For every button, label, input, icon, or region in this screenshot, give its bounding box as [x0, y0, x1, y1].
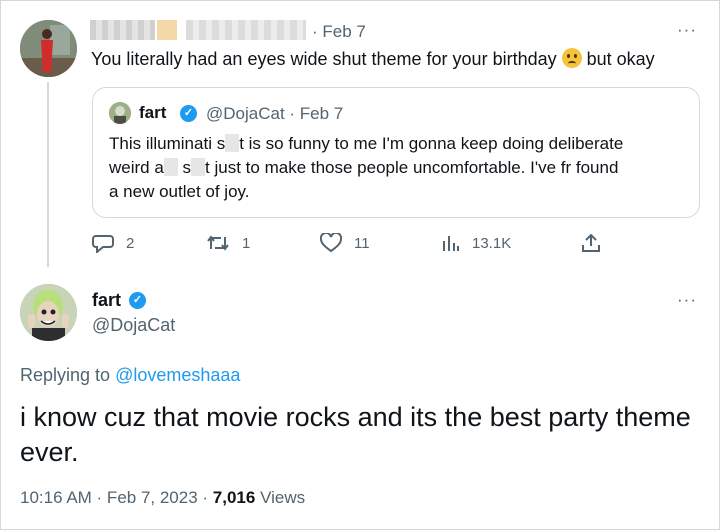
censor-block [225, 134, 240, 152]
quoted-author-name: fart [139, 103, 167, 122]
like-button[interactable]: 11 [320, 233, 370, 253]
quoted-tweet-card[interactable]: fart ✓ @DojaCat · Feb 7 This illuminati … [92, 87, 700, 218]
tweet-meta: 10:16 AM · Feb 7, 2023 · 7,016 Views [20, 488, 305, 508]
blurred-display-name [90, 20, 155, 40]
reply-author-avatar[interactable] [20, 20, 77, 77]
quoted-author-avatar [109, 102, 131, 124]
share-button[interactable] [581, 233, 613, 253]
reply-text-main: You literally had an eyes wide shut them… [91, 49, 557, 69]
replying-to-line: Replying to @lovemeshaaa [20, 365, 240, 386]
censor-block [191, 158, 206, 176]
share-icon [582, 233, 600, 252]
reply-text: You literally had an eyes wide shut them… [91, 48, 655, 70]
views-count: 13.1K [472, 234, 512, 252]
quoted-text-part: t just to make those people uncomfortabl… [205, 158, 619, 177]
reply-count: 2 [126, 234, 135, 252]
quoted-text-part: t is so funny to me I'm gonna keep doing… [239, 134, 624, 153]
verified-badge-icon: ✓ [129, 292, 146, 309]
views-button[interactable]: 13.1K [442, 233, 511, 253]
blurred-handle [186, 20, 306, 40]
replying-to-link[interactable]: @lovemeshaaa [115, 365, 240, 385]
quoted-text-part: a new outlet of joy. [109, 182, 250, 201]
retweet-button[interactable]: 1 [206, 233, 250, 253]
main-more-options-icon[interactable]: ··· [677, 290, 697, 310]
thread-line [47, 82, 49, 267]
views-chart-icon [443, 236, 459, 251]
views-label: Views [260, 488, 306, 507]
main-author-name[interactable]: fart [92, 290, 121, 311]
views-number: 7,016 [212, 488, 256, 507]
quoted-text-part: weird a [109, 158, 164, 177]
quoted-handle-date: @DojaCat · Feb 7 [206, 104, 344, 123]
main-author-handle[interactable]: @DojaCat [92, 315, 175, 336]
blurred-emoji [157, 20, 177, 40]
retweet-count: 1 [242, 234, 251, 252]
retweet-icon [207, 235, 229, 251]
main-tweet-text: i know cuz that movie rocks and its the … [20, 402, 691, 467]
reply-date[interactable]: · Feb 7 [312, 22, 366, 42]
like-count: 11 [354, 234, 370, 252]
quoted-text-part: s [182, 158, 192, 177]
main-author-avatar[interactable] [20, 284, 77, 341]
worried-face-emoji-icon [561, 48, 582, 68]
reply-more-options-icon[interactable]: ··· [677, 20, 697, 40]
reply-button[interactable]: 2 [92, 233, 134, 253]
quoted-text-part: This illuminati s [109, 134, 226, 153]
reply-bubble-icon [92, 235, 114, 253]
quoted-tweet-text: This illuminati s t is so funny to me I'm… [109, 132, 689, 204]
timestamp[interactable]: 10:16 AM · Feb 7, 2023 · [20, 488, 208, 507]
replying-prefix: Replying to [20, 365, 111, 385]
verified-badge-icon: ✓ [180, 105, 197, 122]
heart-icon [320, 233, 342, 253]
censor-block [163, 158, 178, 176]
reply-text-tail: but okay [586, 49, 655, 69]
